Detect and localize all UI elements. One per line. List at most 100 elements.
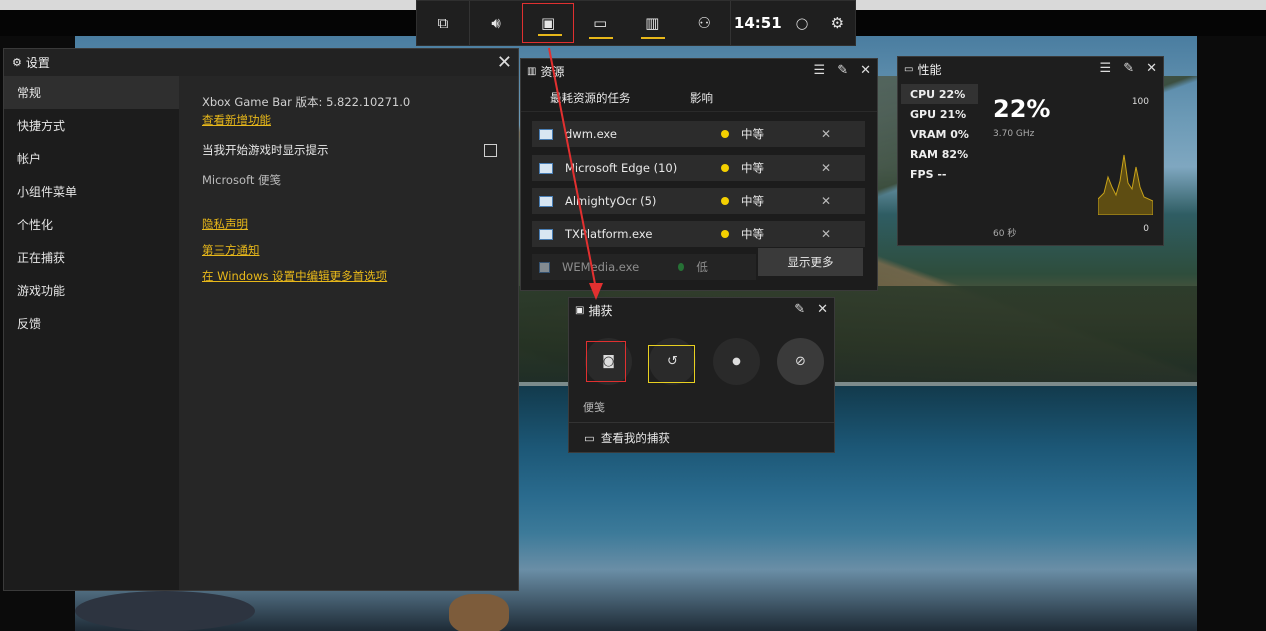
resources-header: ▥ 资源 ☰ ✎ ✕	[521, 59, 877, 84]
graph-max: 100	[1131, 97, 1149, 107]
edit-more-link[interactable]: 在 Windows 设置中编辑更多首选项	[202, 268, 518, 284]
highlight-box-yellow	[648, 345, 695, 383]
mouse-button[interactable]: ◯	[784, 1, 819, 45]
social-button[interactable]: ⚇	[678, 1, 730, 45]
record-button[interactable]: ●	[713, 338, 760, 385]
mic-off-icon: ⊘	[795, 354, 806, 369]
cpu-big-value: 22%	[993, 95, 1051, 123]
widget-menu-button[interactable]: ⧉	[417, 1, 469, 45]
gallery-icon: ▭	[584, 431, 595, 445]
metric-fps[interactable]: FPS --	[901, 164, 978, 184]
performance-icon: ▭	[904, 64, 914, 75]
resource-row[interactable]: TXPlatform.exe 中等 ✕	[532, 221, 865, 247]
performance-button[interactable]: ▭	[574, 1, 626, 45]
performance-tools: ☰ ✎ ✕	[1100, 61, 1157, 76]
resource-row[interactable]: WEMedia.exe 低	[532, 254, 756, 280]
widget-menu-icon: ⧉	[437, 14, 449, 32]
resource-name: dwm.exe	[565, 127, 617, 141]
performance-header: ▭ 性能 ☰ ✎ ✕	[898, 57, 1163, 82]
nav-item-feedback[interactable]: 反馈	[4, 307, 179, 340]
options-icon[interactable]: ☰	[1100, 61, 1112, 76]
settings-panel: ⚙ 设置 ✕ 常规 快捷方式 帐户 小组件菜单 个性化 正在捕获 游戏功能 反馈…	[3, 48, 519, 591]
pin-icon[interactable]: ✎	[837, 63, 848, 78]
record-dot-icon: ●	[732, 356, 741, 367]
close-icon[interactable]: ✕	[821, 194, 831, 208]
impact-dot	[721, 130, 729, 138]
performance-title: 性能	[917, 63, 942, 77]
close-icon[interactable]: ✕	[821, 227, 831, 241]
show-tips-checkbox[interactable]	[484, 143, 497, 157]
social-icon: ⚇	[697, 14, 711, 32]
audio-icon: 🔊︎	[491, 14, 501, 32]
nav-item-general[interactable]: 常规	[4, 76, 179, 109]
capture-tools: ✎ ✕	[794, 302, 828, 317]
resource-row[interactable]: AlmightyOcr (5) 中等 ✕	[532, 188, 865, 214]
settings-button[interactable]: ⚙	[820, 1, 855, 45]
capture-icon: ▣	[541, 14, 556, 32]
settings-title: 设置	[25, 56, 50, 70]
show-more-button[interactable]: 显示更多	[758, 248, 863, 276]
app-window-icon	[539, 162, 553, 174]
resources-button[interactable]: ▥	[626, 1, 678, 45]
resources-icon: ▥	[527, 66, 537, 77]
performance-metric-list: CPU 22% GPU 21% VRAM 0% RAM 82% FPS --	[901, 84, 978, 184]
resource-impact: 中等	[741, 194, 764, 208]
performance-panel: ▭ 性能 ☰ ✎ ✕ CPU 22% GPU 21% VRAM 0% RAM 8…	[897, 56, 1164, 246]
cpu-graph	[1098, 154, 1153, 215]
show-tips-row: 当我开始游戏时显示提示	[202, 128, 518, 172]
impact-dot	[721, 230, 729, 238]
pin-icon[interactable]: ✎	[794, 302, 805, 317]
capture-icon: ▣	[575, 305, 585, 316]
nav-item-widget-menu[interactable]: 小组件菜单	[4, 175, 179, 208]
column-impact: 影响	[690, 90, 713, 105]
wallpaper-log	[449, 594, 509, 631]
mouse-icon: ◯	[795, 16, 809, 30]
capture-button[interactable]: ▣	[522, 3, 575, 43]
resource-row[interactable]: dwm.exe 中等 ✕	[532, 121, 865, 147]
resource-name: Microsoft Edge (10)	[565, 161, 678, 175]
resource-name: WEMedia.exe	[561, 260, 640, 274]
metric-vram[interactable]: VRAM 0%	[901, 124, 978, 144]
nav-item-personalization[interactable]: 个性化	[4, 208, 179, 241]
gear-icon: ⚙	[12, 56, 22, 69]
settings-nav: 常规 快捷方式 帐户 小组件菜单 个性化 正在捕获 游戏功能 反馈	[4, 76, 179, 590]
show-tips-label: 当我开始游戏时显示提示	[202, 143, 329, 157]
view-captures-link[interactable]: ▭ 查看我的捕获	[569, 422, 834, 453]
capture-note: 便笺	[583, 401, 605, 414]
view-captures-label: 查看我的捕获	[600, 431, 670, 445]
mic-toggle-button[interactable]: ⊘	[777, 338, 824, 385]
resources-icon: ▥	[645, 14, 660, 32]
close-icon[interactable]: ✕	[497, 52, 512, 73]
resource-name: TXPlatform.exe	[565, 227, 653, 241]
gear-icon: ⚙	[830, 14, 845, 32]
close-icon[interactable]: ✕	[817, 302, 828, 317]
app-window-icon	[539, 128, 553, 140]
resource-impact: 中等	[741, 127, 764, 141]
wallpaper-rock	[75, 591, 255, 631]
impact-dot	[678, 263, 685, 271]
third-party-link[interactable]: 第三方通知	[202, 242, 518, 268]
resource-impact: 中等	[741, 227, 764, 241]
column-task: 最耗资源的任务	[550, 90, 631, 105]
privacy-link[interactable]: 隐私声明	[202, 216, 518, 242]
options-icon[interactable]: ☰	[814, 63, 826, 78]
nav-item-capturing[interactable]: 正在捕获	[4, 241, 179, 274]
metric-gpu[interactable]: GPU 21%	[901, 104, 978, 124]
nav-item-gaming-features[interactable]: 游戏功能	[4, 274, 179, 307]
audio-button[interactable]: 🔊︎	[470, 1, 522, 45]
resource-impact: 低	[696, 260, 708, 274]
close-icon[interactable]: ✕	[821, 127, 831, 141]
close-icon[interactable]: ✕	[860, 63, 871, 78]
resource-row[interactable]: Microsoft Edge (10) 中等 ✕	[532, 155, 865, 181]
pin-icon[interactable]: ✎	[1123, 61, 1134, 76]
close-icon[interactable]: ✕	[1146, 61, 1157, 76]
game-bar: ⧉ 🔊︎ ▣ ▭ ▥ ⚇ 14:51 ◯ ⚙	[416, 0, 856, 46]
app-window-icon	[539, 261, 550, 273]
nav-item-shortcuts[interactable]: 快捷方式	[4, 109, 179, 142]
metric-ram[interactable]: RAM 82%	[901, 144, 978, 164]
nav-item-account[interactable]: 帐户	[4, 142, 179, 175]
resources-tools: ☰ ✎ ✕	[814, 63, 871, 78]
close-icon[interactable]: ✕	[821, 161, 831, 175]
metric-cpu[interactable]: CPU 22%	[901, 84, 978, 104]
whats-new-link[interactable]: 查看新增功能	[202, 112, 518, 128]
